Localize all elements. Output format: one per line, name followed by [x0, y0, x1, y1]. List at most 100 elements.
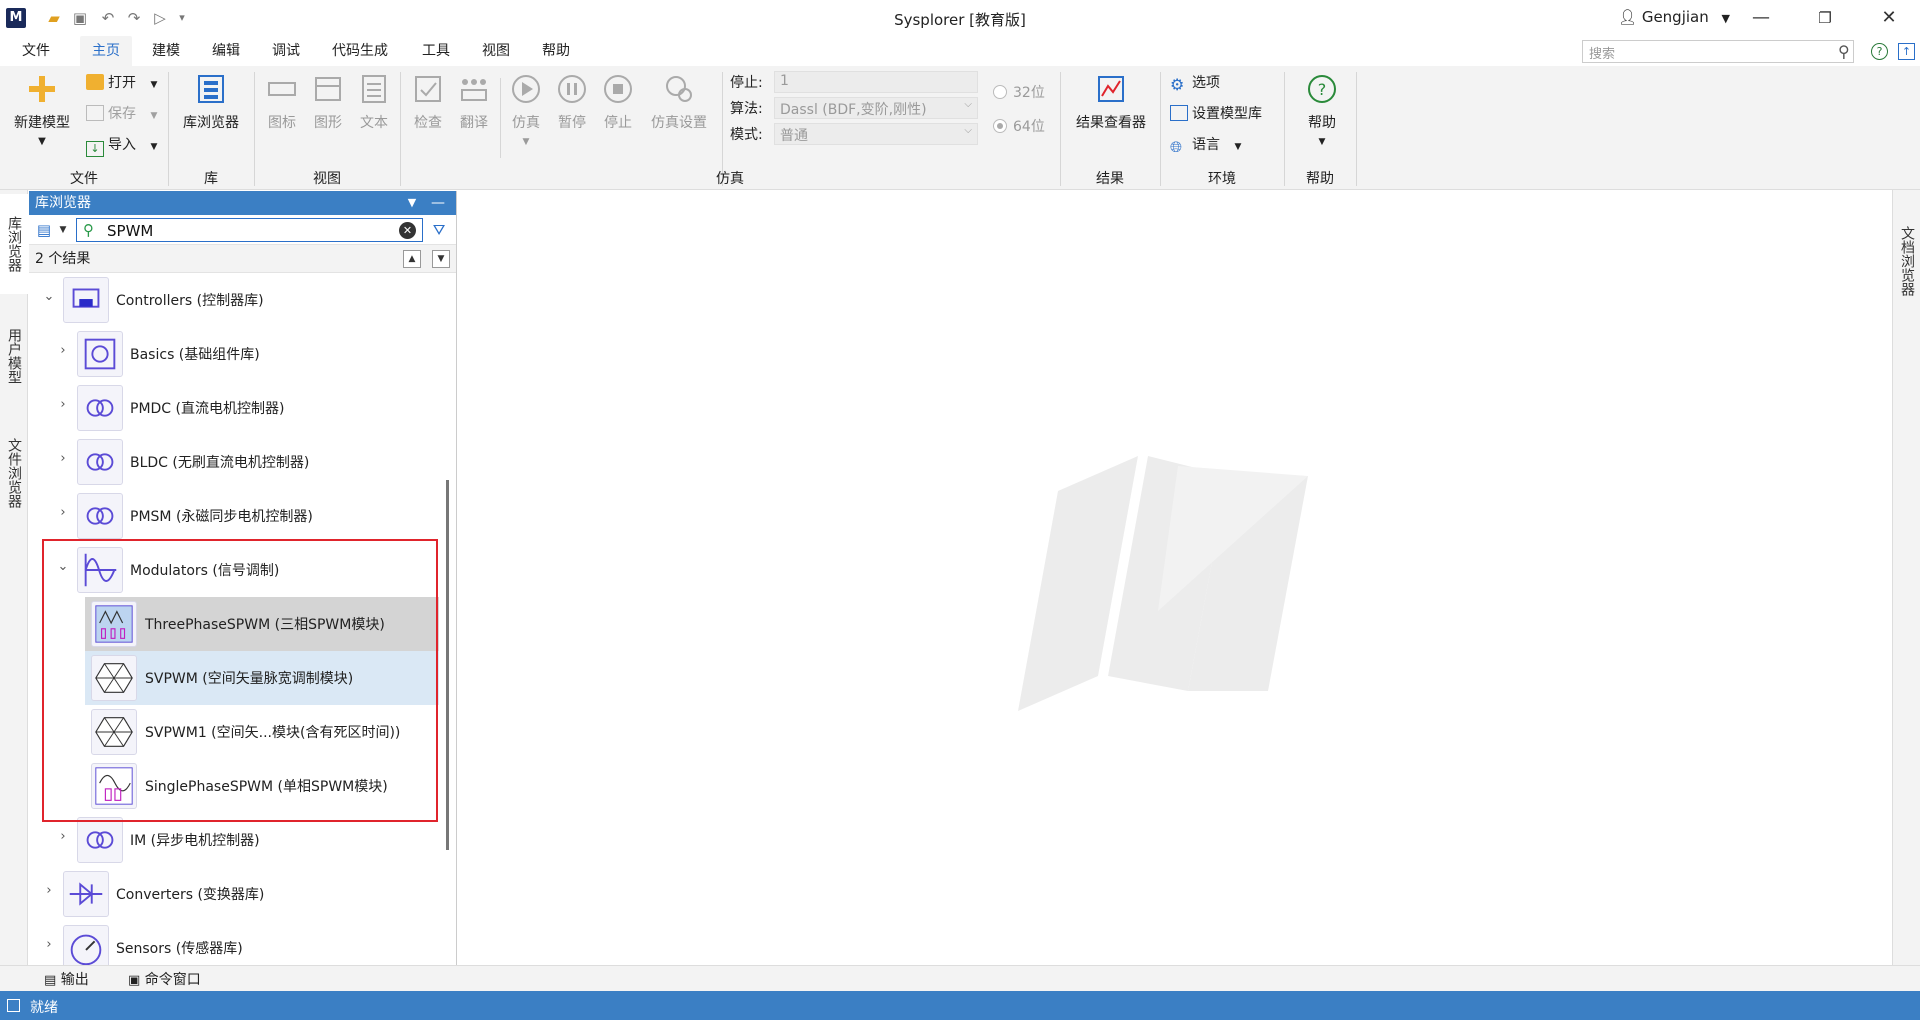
chevron-right-icon[interactable]: › [55, 397, 71, 417]
tree-node-threephasespwm[interactable]: ThreePhaseSPWM (三相SPWM模块) [85, 597, 439, 651]
open-folder-icon[interactable]: ▰ [44, 8, 64, 28]
result-viewer-button[interactable]: 结果查看器 [1068, 72, 1154, 132]
tree-node-im[interactable]: › IM (异步电机控制器) [29, 813, 439, 867]
side-tab-file-browser[interactable]: 文件浏览器 [0, 418, 28, 528]
tab-view[interactable]: 视图 [470, 36, 522, 66]
chevron-right-icon[interactable]: › [55, 505, 71, 525]
library-browser-button[interactable]: 库浏览器 [176, 72, 246, 132]
open-button[interactable]: 打开 ▼ [86, 72, 157, 94]
stop-time-input[interactable]: 1 [774, 71, 978, 93]
simulate-button[interactable]: 仿真 ▼ [506, 72, 546, 148]
chevron-right-icon[interactable]: › [41, 937, 57, 957]
import-button[interactable]: ↓ 导入 ▼ [86, 134, 157, 157]
set-model-library-button[interactable]: 设置模型库 [1170, 103, 1262, 125]
chevron-down-icon[interactable]: ▼ [53, 220, 73, 240]
status-indicator-icon [7, 999, 20, 1012]
translate-button[interactable]: 翻译 [454, 72, 494, 132]
stop-button[interactable]: 停止 [598, 72, 638, 132]
diagram-view-button[interactable]: 图形 [308, 72, 348, 132]
tab-code-generation[interactable]: 代码生成 [320, 36, 400, 66]
chevron-down-icon: ▼ [1318, 137, 1326, 147]
tab-modeling[interactable]: 建模 [140, 36, 192, 66]
user-account[interactable]: 👤︎ Gengjian ▼ [1618, 8, 1730, 26]
collapse-ribbon-icon[interactable]: ↑ [1898, 43, 1915, 60]
tree-node-label: Controllers (控制器库) [116, 293, 264, 309]
redo-icon[interactable]: ↷ [124, 8, 144, 28]
view-mode-icon[interactable]: ▤ [34, 220, 54, 240]
radio-32bit[interactable]: 32位 [993, 82, 1045, 102]
collapse-all-icon[interactable] [433, 220, 453, 240]
next-result-button[interactable]: ▼ [432, 250, 450, 268]
language-button[interactable]: 🌐︎ 语言 ▼ [1170, 134, 1241, 156]
tab-file[interactable]: 文件 [10, 36, 62, 66]
model-canvas[interactable] [458, 191, 1892, 990]
save-icon[interactable]: ▣ [70, 8, 90, 28]
options-button[interactable]: ⚙ 选项 [1170, 72, 1220, 94]
chevron-right-icon[interactable]: › [55, 451, 71, 471]
svpwm1-hexagon-icon [91, 709, 137, 755]
chevron-down-icon[interactable]: ⌄ [41, 289, 57, 309]
tab-tools[interactable]: 工具 [410, 36, 462, 66]
library-search-input[interactable]: ⚲ SPWM ✕ [76, 218, 423, 242]
check-icon [415, 76, 441, 102]
tree-node-pmdc[interactable]: › PMDC (直流电机控制器) [29, 381, 439, 435]
tab-edit[interactable]: 编辑 [200, 36, 252, 66]
global-search-input[interactable]: 搜索 [1582, 40, 1854, 63]
tree-node-svpwm[interactable]: SVPWM (空间矢量脉宽调制模块) [85, 651, 439, 705]
output-tab[interactable]: ▤ 输出 [44, 969, 89, 989]
tree-node-basics[interactable]: › Basics (基础组件库) [29, 327, 439, 381]
undo-icon[interactable]: ↶ [98, 8, 118, 28]
clear-search-icon[interactable]: ✕ [399, 222, 416, 239]
run-icon[interactable]: ▷ [150, 8, 170, 28]
play-icon [512, 75, 540, 103]
panel-minimize-icon[interactable]: — [427, 191, 449, 215]
side-tab-document-browser[interactable]: 文档浏览器 [1893, 206, 1920, 316]
mode-select[interactable]: 普通 ⌵ [774, 123, 978, 145]
tab-home[interactable]: 主页 [80, 36, 132, 66]
tree-node-svpwm1[interactable]: SVPWM1 (空间矢...模块(含有死区时间)) [85, 705, 439, 759]
radio-64bit[interactable]: 64位 [993, 116, 1045, 136]
minimize-button[interactable]: — [1738, 4, 1784, 32]
search-icon[interactable]: ⚲ [1838, 42, 1850, 61]
chevron-right-icon[interactable]: › [41, 883, 57, 903]
tree-node-singlephasespwm[interactable]: SinglePhaseSPWM (单相SPWM模块) [85, 759, 439, 813]
side-tab-user-models[interactable]: 用户模型 [0, 306, 28, 406]
side-tab-library-browser[interactable]: 库浏览器 [0, 194, 28, 294]
command-window-tab[interactable]: ▣ 命令窗口 [128, 969, 201, 989]
tree-node-label: Modulators (信号调制) [130, 563, 280, 579]
tab-help[interactable]: 帮助 [530, 36, 582, 66]
help-icon: ? [1308, 75, 1336, 103]
tree-node-bldc[interactable]: › BLDC (无刷直流电机控制器) [29, 435, 439, 489]
help-icon[interactable]: ? [1871, 43, 1888, 60]
help-button[interactable]: ? 帮助 ▼ [1294, 72, 1350, 148]
chevron-right-icon[interactable]: › [55, 829, 71, 849]
chevron-down-icon[interactable]: ⌄ [55, 559, 71, 579]
stop-time-label: 停止: [730, 75, 763, 91]
algorithm-select[interactable]: Dassl (BDF,变阶,刚性) ⌵ [774, 97, 978, 119]
panel-menu-icon[interactable]: ▼ [401, 191, 423, 215]
quick-access-dropdown-icon[interactable]: ▾ [172, 8, 192, 28]
simulation-settings-button[interactable]: 仿真设置 [644, 72, 714, 132]
tree-node-modulators[interactable]: ⌄ Modulators (信号调制) [29, 543, 439, 597]
group-label-environment: 环境 [1208, 171, 1236, 187]
chevron-right-icon[interactable]: › [55, 343, 71, 363]
chevron-down-icon: ▼ [150, 80, 158, 90]
tree-node-controllers[interactable]: ⌄ Controllers (控制器库) [29, 273, 439, 327]
tree-node-label: PMDC (直流电机控制器) [130, 401, 285, 417]
pause-button[interactable]: 暂停 [552, 72, 592, 132]
icon-view-button[interactable]: 图标 [262, 72, 302, 132]
tree-node-converters[interactable]: › Converters (变换器库) [29, 867, 439, 921]
check-button[interactable]: 检查 [408, 72, 448, 132]
text-view-label: 文本 [360, 115, 388, 131]
library-scrollbar[interactable] [446, 480, 449, 850]
save-button[interactable]: 保存 ▼ [86, 103, 157, 125]
text-view-button[interactable]: 文本 [354, 72, 394, 132]
algorithm-label: 算法: [730, 101, 763, 117]
new-model-button[interactable]: 新建模型 ▼ [8, 72, 76, 148]
close-button[interactable]: ✕ [1866, 4, 1912, 32]
tab-debug[interactable]: 调试 [260, 36, 312, 66]
previous-result-button[interactable]: ▲ [403, 250, 421, 268]
tree-node-pmsm[interactable]: › PMSM (永磁同步电机控制器) [29, 489, 439, 543]
panel-title: 库浏览器 [35, 195, 91, 211]
restore-button[interactable]: ❐ [1802, 4, 1848, 32]
